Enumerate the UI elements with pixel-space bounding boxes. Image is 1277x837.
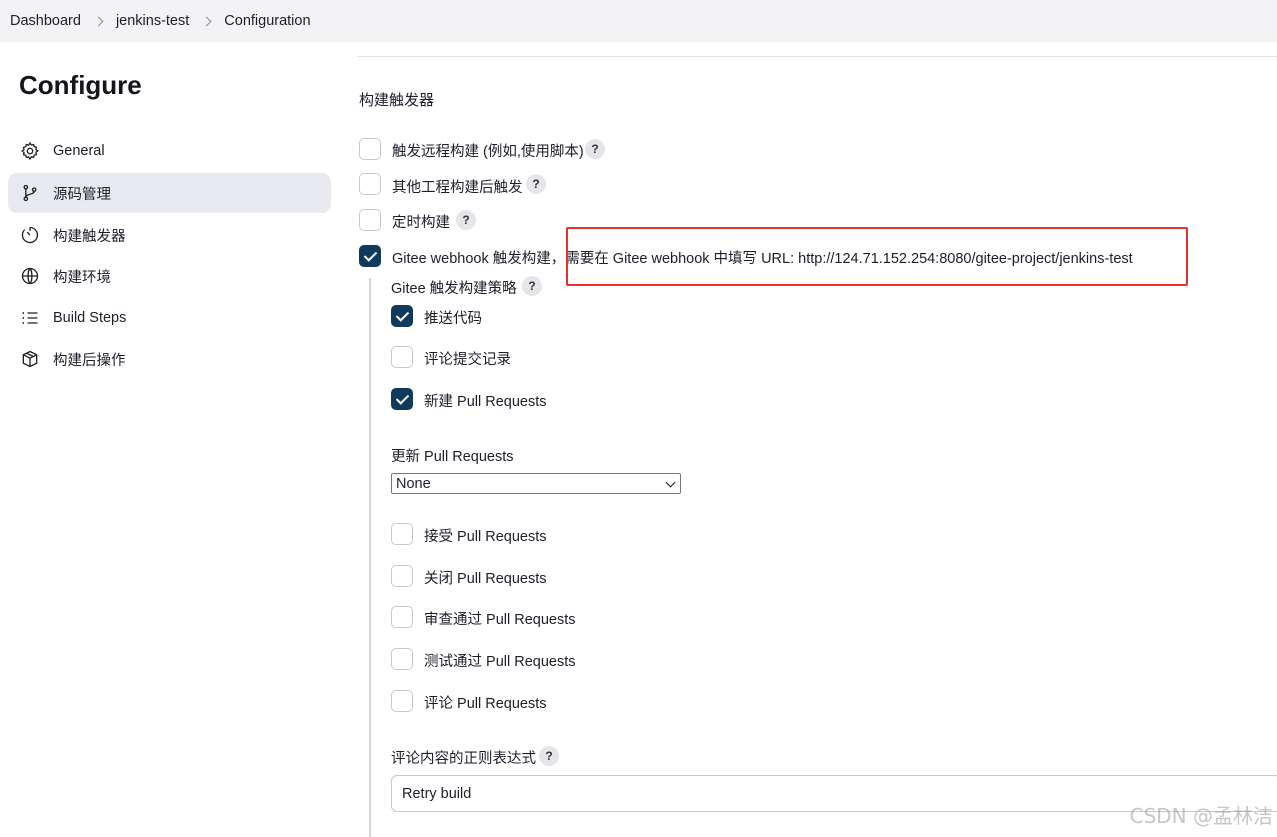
- comment-regex-label: 评论内容的正则表达式: [391, 751, 536, 767]
- review-pr-checkbox[interactable]: [391, 606, 413, 628]
- new-pr-label: 新建 Pull Requests: [424, 394, 547, 410]
- new-pr-checkbox[interactable]: [391, 388, 413, 410]
- push-code-checkbox[interactable]: [391, 305, 413, 327]
- update-pr-label: 更新 Pull Requests: [391, 449, 514, 465]
- push-code-label: 推送代码: [424, 311, 482, 327]
- accept-pr-label: 接受 Pull Requests: [424, 529, 547, 545]
- comment-regex-value: Retry build: [402, 785, 472, 802]
- watermark: CSDN @孟林洁: [1129, 804, 1273, 828]
- sidebar-item-label: 构建后操作: [53, 352, 126, 369]
- trigger-schedule-checkbox[interactable]: [359, 209, 381, 231]
- close-pr-label: 关闭 Pull Requests: [424, 571, 547, 587]
- sidebar-item-build-triggers[interactable]: 构建触发器: [8, 215, 331, 255]
- trigger-remote-checkbox[interactable]: [359, 138, 381, 160]
- highlight-box: [566, 227, 1188, 286]
- sidebar-item-label: 构建环境: [53, 269, 111, 286]
- help-icon[interactable]: ?: [539, 746, 559, 766]
- sidebar-item-label: Build Steps: [53, 310, 127, 326]
- sidebar-item-label: 构建触发器: [53, 228, 126, 245]
- list-icon: [19, 307, 41, 329]
- trigger-remote-label: 触发远程构建 (例如,使用脚本): [392, 144, 584, 160]
- sidebar: Configure General 源码管理 构建触发器 构建环境 Build …: [0, 42, 345, 837]
- close-pr-checkbox[interactable]: [391, 565, 413, 587]
- comment-commit-checkbox[interactable]: [391, 346, 413, 368]
- nested-section-line: [369, 278, 371, 837]
- page-title: Configure: [19, 70, 142, 100]
- main-panel: 构建触发器 触发远程构建 (例如,使用脚本) ? 其他工程构建后触发 ? 定时构…: [345, 42, 1277, 837]
- sidebar-item-label: 源码管理: [53, 186, 111, 203]
- help-icon[interactable]: ?: [585, 139, 605, 159]
- globe-icon: [19, 265, 41, 287]
- sidebar-item-post-build[interactable]: 构建后操作: [8, 339, 331, 379]
- sidebar-item-build-steps[interactable]: Build Steps: [8, 298, 331, 338]
- help-icon[interactable]: ?: [456, 210, 476, 230]
- comment-pr-label: 评论 Pull Requests: [424, 696, 547, 712]
- test-pr-checkbox[interactable]: [391, 648, 413, 670]
- divider: [357, 56, 1277, 57]
- sidebar-item-source-control[interactable]: 源码管理: [8, 173, 331, 213]
- breadcrumb-configuration[interactable]: Configuration: [224, 13, 310, 29]
- timer-icon: [19, 224, 41, 246]
- review-pr-label: 审查通过 Pull Requests: [424, 612, 576, 628]
- trigger-upstream-label: 其他工程构建后触发: [392, 180, 523, 196]
- box-icon: [19, 348, 41, 370]
- help-icon[interactable]: ?: [522, 276, 542, 296]
- help-icon[interactable]: ?: [526, 174, 546, 194]
- trigger-schedule-label: 定时构建: [392, 215, 450, 231]
- comment-commit-label: 评论提交记录: [424, 352, 511, 368]
- breadcrumb: Dashboard jenkins-test Configuration: [0, 0, 1277, 42]
- breadcrumb-dashboard[interactable]: Dashboard: [10, 13, 81, 29]
- section-title: 构建触发器: [359, 92, 435, 109]
- accept-pr-checkbox[interactable]: [391, 523, 413, 545]
- chevron-right-icon: [93, 16, 104, 26]
- chevron-right-icon: [201, 16, 212, 26]
- sidebar-item-label: General: [53, 143, 105, 159]
- sidebar-item-general[interactable]: General: [8, 131, 331, 171]
- chevron-down-icon: [665, 477, 676, 488]
- breadcrumb-job[interactable]: jenkins-test: [116, 13, 189, 29]
- update-pr-value: None: [396, 475, 431, 492]
- update-pr-select[interactable]: None: [391, 473, 681, 494]
- sidebar-item-build-environment[interactable]: 构建环境: [8, 256, 331, 296]
- test-pr-label: 测试通过 Pull Requests: [424, 654, 576, 670]
- comment-pr-checkbox[interactable]: [391, 690, 413, 712]
- trigger-upstream-checkbox[interactable]: [359, 173, 381, 195]
- gitee-strategy-label: Gitee 触发构建策略: [391, 281, 517, 297]
- gear-icon: [19, 140, 41, 162]
- trigger-gitee-checkbox[interactable]: [359, 245, 381, 267]
- branch-icon: [19, 182, 41, 204]
